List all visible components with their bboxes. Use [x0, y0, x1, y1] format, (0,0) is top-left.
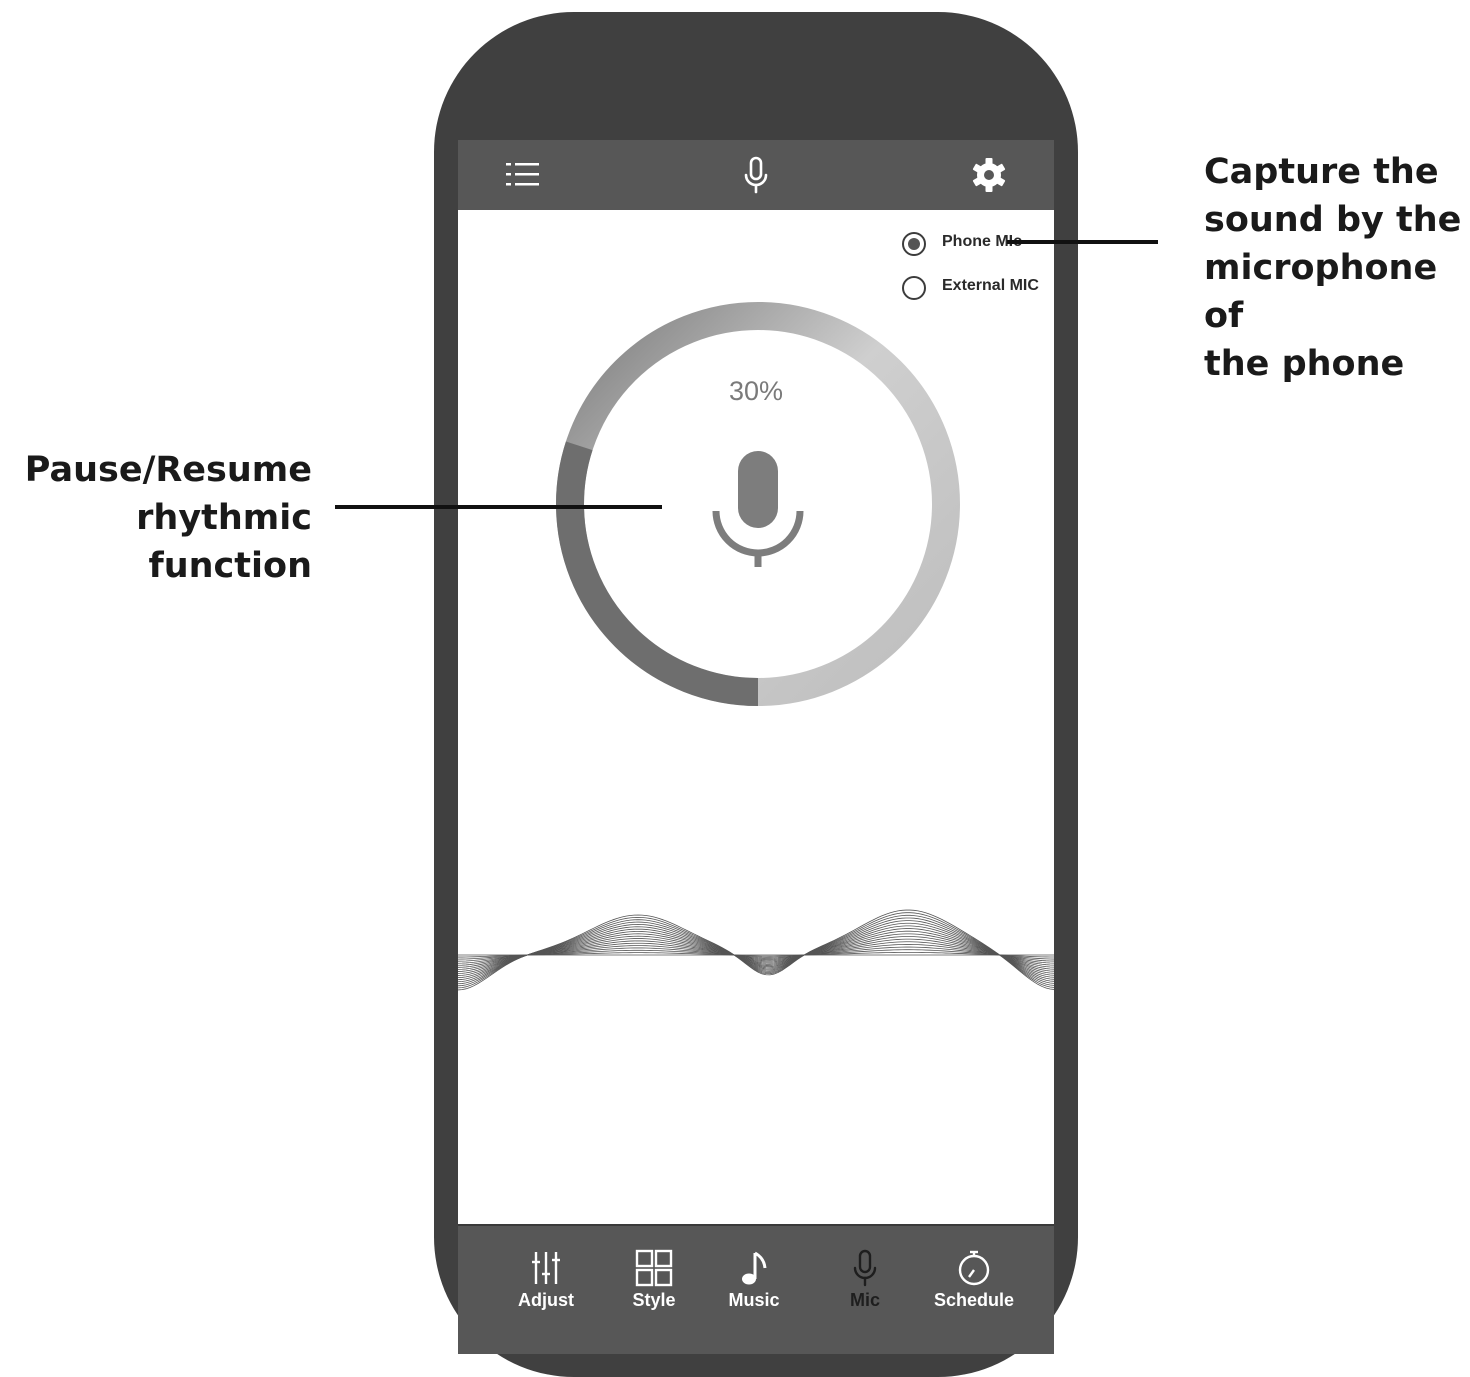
annotation-pause-resume: Pause/Resume rhythmic function — [0, 446, 312, 590]
annotation-capture-sound: Capture the sound by the microphone of t… — [1204, 148, 1470, 388]
radio-label-external-mic: External MIC — [942, 277, 1039, 294]
nav-label-schedule: Schedule — [933, 1290, 1015, 1310]
nav-schedule[interactable]: Schedule — [924, 1248, 1024, 1328]
app-screen: Phone MIc External MIC 30% Adjust Style … — [458, 140, 1054, 1354]
gear-icon[interactable] — [968, 154, 1010, 196]
nav-mic[interactable]: Mic — [815, 1248, 915, 1328]
sound-wave-visualization — [458, 909, 1054, 991]
annotation-line: Pause/Resume — [24, 450, 312, 490]
bottom-navigation: Adjust Style Music Mic Schedule — [458, 1224, 1054, 1354]
radio-external-mic[interactable]: External MIC — [900, 274, 1050, 302]
callout-line-mic-source — [1007, 240, 1158, 244]
callout-line-pause-resume — [335, 505, 662, 509]
grid-icon — [635, 1249, 673, 1287]
sliders-icon — [532, 1252, 560, 1284]
microphone-icon — [853, 1249, 877, 1287]
radio-phone-mic[interactable]: Phone MIc — [900, 230, 1050, 258]
nav-label-music: Music — [728, 1290, 780, 1310]
top-bar — [458, 140, 1054, 210]
radio-button-selected[interactable] — [902, 232, 926, 256]
nav-label-style: Style — [632, 1290, 676, 1310]
sensitivity-percent: 30% — [728, 376, 784, 406]
nav-music[interactable]: Music — [704, 1248, 804, 1328]
annotation-line: sound by the — [1204, 200, 1462, 240]
radio-button-unselected[interactable] — [902, 276, 926, 300]
nav-label-mic: Mic — [849, 1290, 880, 1310]
annotation-line: Capture the — [1204, 152, 1439, 192]
list-icon[interactable] — [502, 154, 544, 196]
microphone-icon[interactable] — [738, 451, 778, 528]
timer-icon — [958, 1250, 990, 1286]
music-note-icon — [742, 1251, 767, 1285]
pause-resume-mic-button[interactable] — [712, 451, 804, 567]
nav-style[interactable]: Style — [604, 1248, 704, 1328]
sensitivity-dial[interactable] — [555, 301, 961, 707]
nav-label-adjust: Adjust — [518, 1290, 574, 1310]
nav-adjust[interactable]: Adjust — [496, 1248, 596, 1328]
annotation-line: microphone of — [1204, 248, 1438, 336]
microphone-icon[interactable] — [735, 154, 777, 196]
annotation-line: rhythmic function — [136, 498, 312, 586]
annotation-line: the phone — [1204, 344, 1405, 384]
